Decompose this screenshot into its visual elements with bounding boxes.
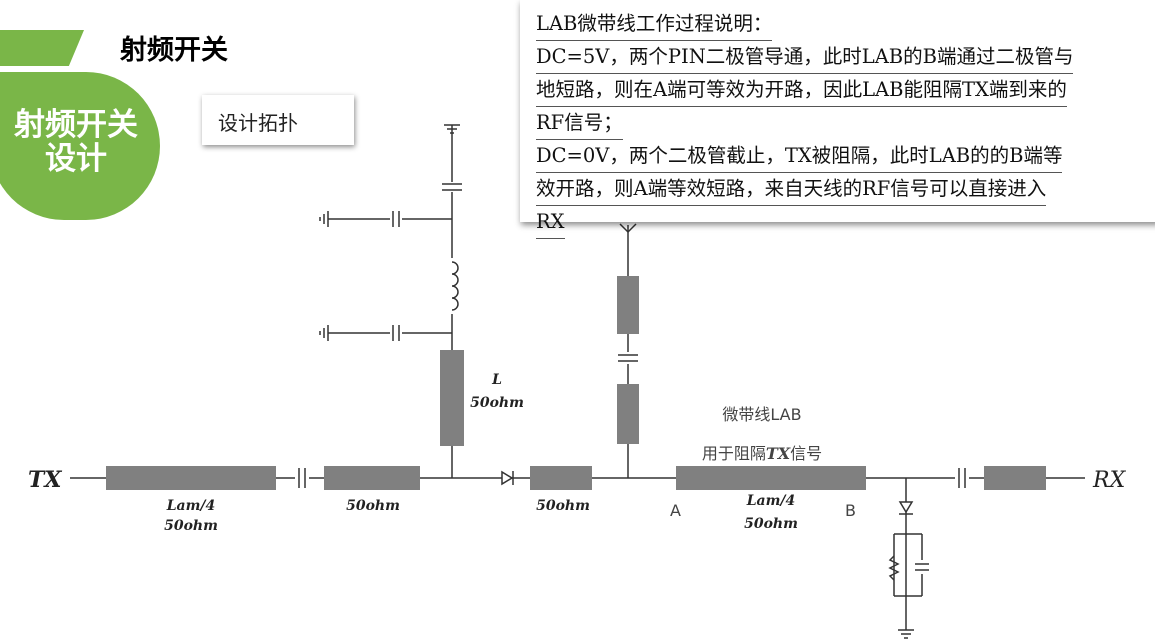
lab-microstrip-line [676,466,866,490]
lab-caption-2-pre: 用于阻隔 [702,444,766,463]
decoupling-capacitor-1 [390,211,402,227]
ground-icon [319,325,329,341]
description-line: 效开路，则A端等效短路，来自天线的RF信号可以直接进入 [536,173,1047,206]
rx-50ohm-line [984,466,1046,490]
description-line: DC=5V，两个PIN二极管导通，此时LAB的B端通过二极管与 [536,41,1074,74]
ground-icon [319,211,329,227]
line3-label: 50ohm [536,498,590,514]
line1-label-a: Lam/4 [166,498,216,514]
bias-line-label-b: 50ohm [470,395,524,411]
lab-caption-2-bold: TX [766,444,791,463]
line1-label-b: 50ohm [164,518,218,534]
description-line: LAB微带线工作过程说明： [536,8,773,41]
lab-caption-1: 微带线LAB [722,405,801,424]
description-text: LAB微带线工作过程说明： DC=5V，两个PIN二极管导通，此时LAB的B端通… [536,8,1151,239]
line2-label: 50ohm [346,498,400,514]
antenna-line-lower [617,384,639,444]
decoupling-capacitor-2 [390,325,402,341]
series-pin-diode [501,470,514,486]
bias-inductor [444,258,460,314]
ground-icon [898,629,914,639]
description-line: DC=0V，两个二极管截止，TX被阻隔，此时LAB的的B端等 [536,140,1063,173]
antenna-line-upper [617,276,639,334]
antenna-capacitor [616,352,640,364]
shunt-pin-diode [898,501,914,515]
description-line: RX [536,206,565,239]
bias-capacitor-top [440,182,464,192]
shunt-rc-network [888,533,930,597]
lab-label-b: 50ohm [744,516,798,532]
bias-50ohm-line [440,350,464,446]
description-panel: LAB微带线工作过程说明： DC=5V，两个PIN二极管导通，此时LAB的B端通… [520,0,1155,239]
tx-label: TX [28,467,62,493]
lab-caption-2-post: 信号 [790,444,822,463]
port-b-label: B [845,501,856,520]
series-capacitor-1 [295,466,309,490]
port-a-label: A [670,501,681,520]
lab-label-a: Lam/4 [746,493,796,509]
series-capacitor-2 [955,466,969,490]
rx-label: RX [1092,468,1127,493]
lab-caption-2: 用于阻隔TX信号 [702,444,822,463]
mid-50ohm-line [530,466,592,490]
description-line: RF信号； [536,107,623,140]
bias-line-label-a: L [491,372,502,388]
description-line: 地短路，则在A端可等效为开路，因此LAB能阻隔TX端到来的 [536,74,1067,107]
tx-quarter-wave-line [106,466,276,490]
tx-50ohm-line [324,466,420,490]
